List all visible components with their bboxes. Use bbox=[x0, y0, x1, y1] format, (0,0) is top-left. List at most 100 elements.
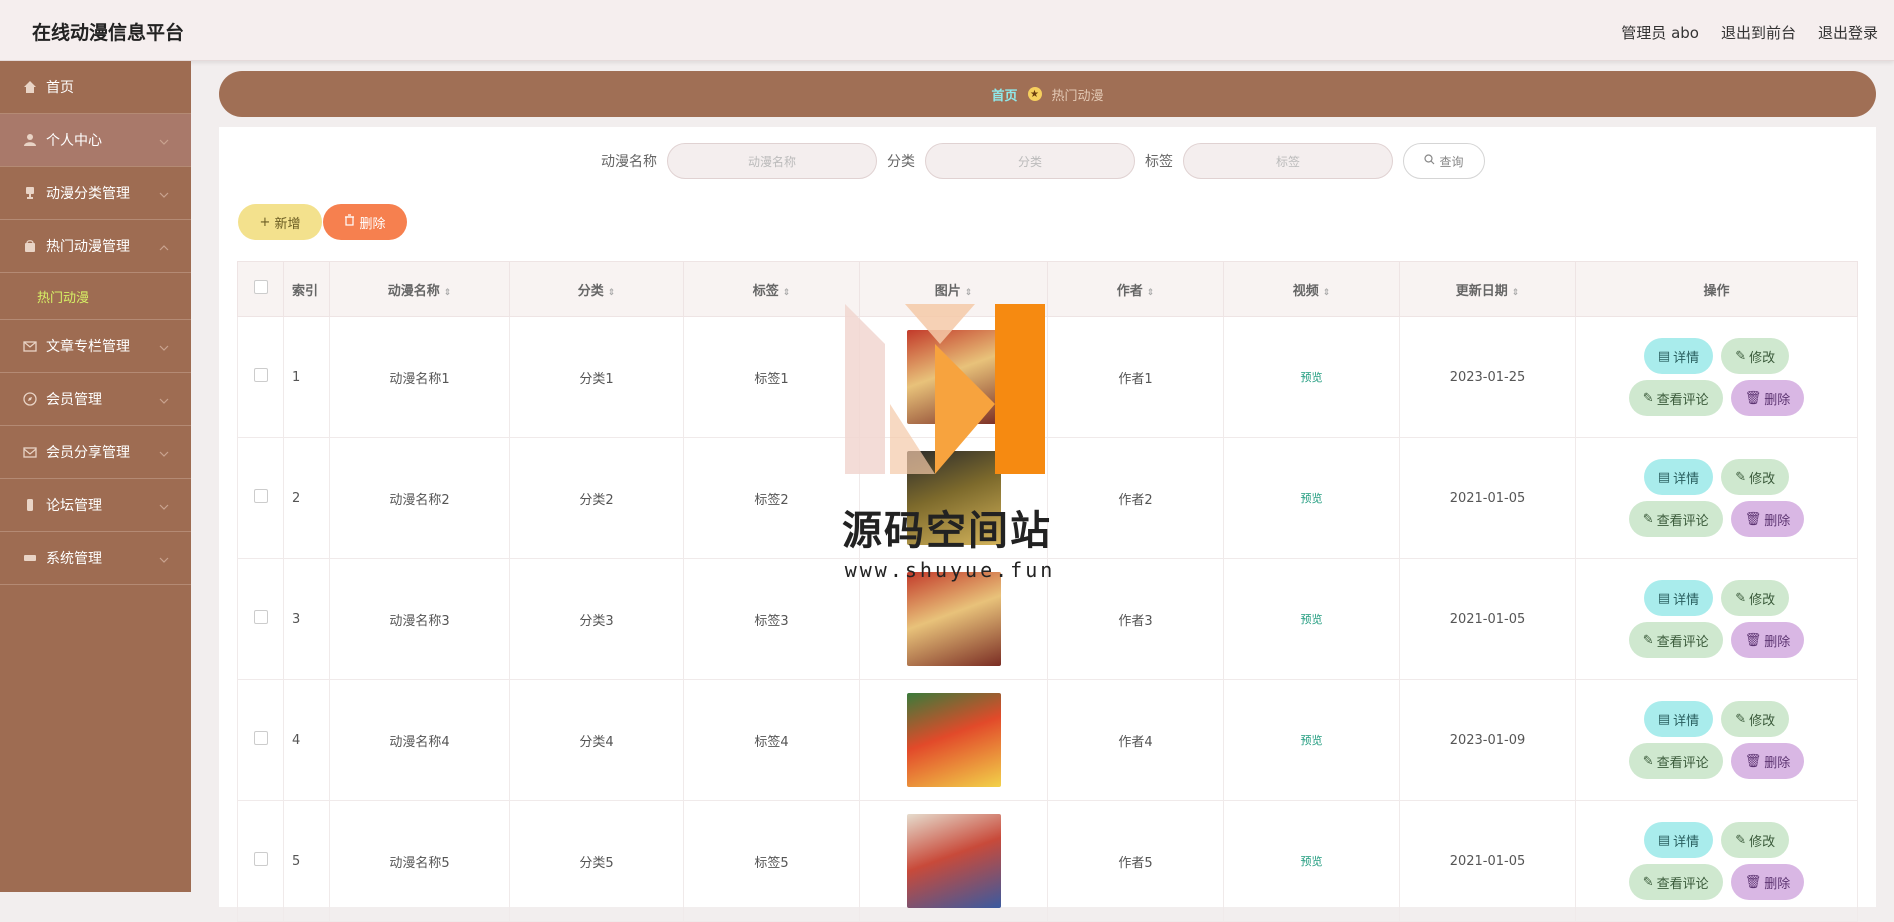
delete-button[interactable]: 🗑 删除 bbox=[1730, 622, 1805, 658]
view-comments-button[interactable]: ✎ 查看评论 bbox=[1628, 380, 1723, 416]
sort-icon: ⇕ bbox=[443, 287, 452, 298]
cell-image[interactable] bbox=[859, 679, 1048, 801]
header-author[interactable]: 作者 ⇕ bbox=[1047, 261, 1224, 317]
header-tag[interactable]: 标签 ⇕ bbox=[683, 261, 860, 317]
row-checkbox[interactable] bbox=[237, 316, 284, 438]
sidebar-item-hot-anime[interactable]: 热门动漫管理 bbox=[0, 220, 191, 273]
sidebar-item-system[interactable]: 系统管理 bbox=[0, 532, 191, 585]
edit-button[interactable]: ✎ 修改 bbox=[1721, 580, 1790, 616]
pencil-icon: ✎ bbox=[1735, 711, 1747, 727]
pencil-icon: ✎ bbox=[1642, 753, 1654, 769]
sidebar-item-profile[interactable]: 个人中心 bbox=[0, 114, 191, 167]
name-search-input[interactable]: 动漫名称 bbox=[667, 143, 877, 179]
pencil-icon: ✎ bbox=[1642, 874, 1654, 890]
sidebar-item-label: 会员管理 bbox=[46, 392, 102, 408]
detail-button[interactable]: ▤ 详情 bbox=[1643, 701, 1714, 737]
anime-thumbnail[interactable] bbox=[906, 693, 1001, 787]
cell-category: 分类3 bbox=[509, 558, 684, 680]
logout-link[interactable]: 退出登录 bbox=[1818, 22, 1878, 43]
top-links: 管理员 abo 退出到前台 退出登录 bbox=[1621, 22, 1878, 43]
document-icon: ▤ bbox=[1657, 590, 1671, 606]
view-comments-button[interactable]: ✎ 查看评论 bbox=[1628, 622, 1723, 658]
anime-thumbnail[interactable] bbox=[906, 330, 1001, 424]
delete-button[interactable]: 🗑 删除 bbox=[1730, 501, 1805, 537]
row-checkbox[interactable] bbox=[237, 437, 284, 559]
cell-author: 作者2 bbox=[1047, 437, 1224, 559]
detail-button[interactable]: ▤ 详情 bbox=[1643, 822, 1714, 858]
video-preview-link[interactable]: 预览 bbox=[1301, 734, 1323, 747]
cell-author: 作者1 bbox=[1047, 316, 1224, 438]
row-checkbox[interactable] bbox=[237, 679, 284, 801]
delete-button[interactable]: 🗑 删除 bbox=[1730, 380, 1805, 416]
exit-to-front-link[interactable]: 退出到前台 bbox=[1721, 22, 1796, 43]
row-checkbox[interactable] bbox=[237, 800, 284, 922]
delete-button[interactable]: 🗑 删除 bbox=[1730, 864, 1805, 900]
header-image[interactable]: 图片 ⇕ bbox=[859, 261, 1048, 317]
sidebar-item-label: 文章专栏管理 bbox=[46, 339, 130, 355]
chevron-down-icon bbox=[159, 134, 169, 150]
anime-thumbnail[interactable] bbox=[906, 572, 1001, 666]
sidebar-item-forum[interactable]: 论坛管理 bbox=[0, 479, 191, 532]
video-preview-link[interactable]: 预览 bbox=[1301, 371, 1323, 384]
tag-search-input[interactable]: 标签 bbox=[1183, 143, 1393, 179]
header-name[interactable]: 动漫名称 ⇕ bbox=[329, 261, 510, 317]
sidebar-item-label: 会员分享管理 bbox=[46, 445, 130, 461]
anime-thumbnail[interactable] bbox=[906, 814, 1001, 908]
edit-button[interactable]: ✎ 修改 bbox=[1721, 701, 1790, 737]
video-preview-link[interactable]: 预览 bbox=[1301, 492, 1323, 505]
sidebar-item-member[interactable]: 会员管理 bbox=[0, 373, 191, 426]
table-row: 4 动漫名称4 分类4 标签4 作者4 预览 2023-01-09 ▤ 详情 ✎ 修… bbox=[237, 679, 1858, 801]
search-form: 动漫名称 动漫名称 分类 分类 标签 标签 查询 bbox=[591, 143, 1485, 179]
pencil-icon: ✎ bbox=[1642, 390, 1654, 406]
sidebar-item-home[interactable]: 首页 bbox=[0, 61, 191, 114]
cell-ops: ▤ 详情 ✎ 修改 ✎ 查看评论 🗑 删除 bbox=[1575, 558, 1858, 680]
cell-name: 动漫名称2 bbox=[329, 437, 510, 559]
cell-category: 分类2 bbox=[509, 437, 684, 559]
breadcrumb-home[interactable]: 首页 bbox=[991, 85, 1017, 104]
edit-button[interactable]: ✎ 修改 bbox=[1721, 822, 1790, 858]
cell-image[interactable] bbox=[859, 800, 1048, 922]
breadcrumb: 首页 ★ 热门动漫 bbox=[219, 71, 1876, 117]
row-checkbox[interactable] bbox=[237, 558, 284, 680]
cell-ops: ▤ 详情 ✎ 修改 ✎ 查看评论 🗑 删除 bbox=[1575, 800, 1858, 922]
detail-button[interactable]: ▤ 详情 bbox=[1643, 459, 1714, 495]
cell-video: 预览 bbox=[1223, 679, 1400, 801]
header-video[interactable]: 视频 ⇕ bbox=[1223, 261, 1400, 317]
cell-date: 2021-01-05 bbox=[1399, 800, 1576, 922]
breadcrumb-current: 热门动漫 bbox=[1051, 88, 1104, 104]
table-row: 5 动漫名称5 分类5 标签5 作者5 预览 2021-01-05 ▤ 详情 ✎ 修… bbox=[237, 800, 1858, 922]
admin-user-link[interactable]: 管理员 abo bbox=[1621, 22, 1699, 43]
cell-author: 作者4 bbox=[1047, 679, 1224, 801]
header-category[interactable]: 分类 ⇕ bbox=[509, 261, 684, 317]
sidebar-subitem-hot-anime[interactable]: 热门动漫 bbox=[0, 273, 191, 320]
sidebar-item-article[interactable]: 文章专栏管理 bbox=[0, 320, 191, 373]
sidebar-item-label: 热门动漫管理 bbox=[46, 239, 130, 255]
view-comments-button[interactable]: ✎ 查看评论 bbox=[1628, 501, 1723, 537]
detail-button[interactable]: ▤ 详情 bbox=[1643, 338, 1714, 374]
pencil-icon: ✎ bbox=[1735, 469, 1747, 485]
tag-label: 标签 bbox=[1145, 154, 1173, 170]
view-comments-button[interactable]: ✎ 查看评论 bbox=[1628, 743, 1723, 779]
document-icon: ▤ bbox=[1657, 711, 1671, 727]
edit-button[interactable]: ✎ 修改 bbox=[1721, 459, 1790, 495]
category-search-input[interactable]: 分类 bbox=[925, 143, 1135, 179]
video-preview-link[interactable]: 预览 bbox=[1301, 613, 1323, 626]
sidebar-item-category[interactable]: 动漫分类管理 bbox=[0, 167, 191, 220]
cell-category: 分类1 bbox=[509, 316, 684, 438]
cell-image[interactable] bbox=[859, 316, 1048, 438]
select-all-checkbox[interactable] bbox=[237, 261, 284, 317]
batch-delete-button[interactable]: 删除 bbox=[323, 204, 407, 240]
sidebar-item-label: 个人中心 bbox=[46, 133, 102, 149]
view-comments-button[interactable]: ✎ 查看评论 bbox=[1628, 864, 1723, 900]
detail-button[interactable]: ▤ 详情 bbox=[1643, 580, 1714, 616]
video-preview-link[interactable]: 预览 bbox=[1301, 855, 1323, 868]
cell-name: 动漫名称1 bbox=[329, 316, 510, 438]
delete-button[interactable]: 🗑 删除 bbox=[1730, 743, 1805, 779]
query-button[interactable]: 查询 bbox=[1403, 143, 1485, 179]
envelope-icon bbox=[22, 444, 38, 460]
sort-icon: ⇕ bbox=[964, 287, 973, 298]
sidebar-item-share[interactable]: 会员分享管理 bbox=[0, 426, 191, 479]
add-button[interactable]: + 新增 bbox=[238, 204, 322, 240]
header-date[interactable]: 更新日期 ⇕ bbox=[1399, 261, 1576, 317]
edit-button[interactable]: ✎ 修改 bbox=[1721, 338, 1790, 374]
